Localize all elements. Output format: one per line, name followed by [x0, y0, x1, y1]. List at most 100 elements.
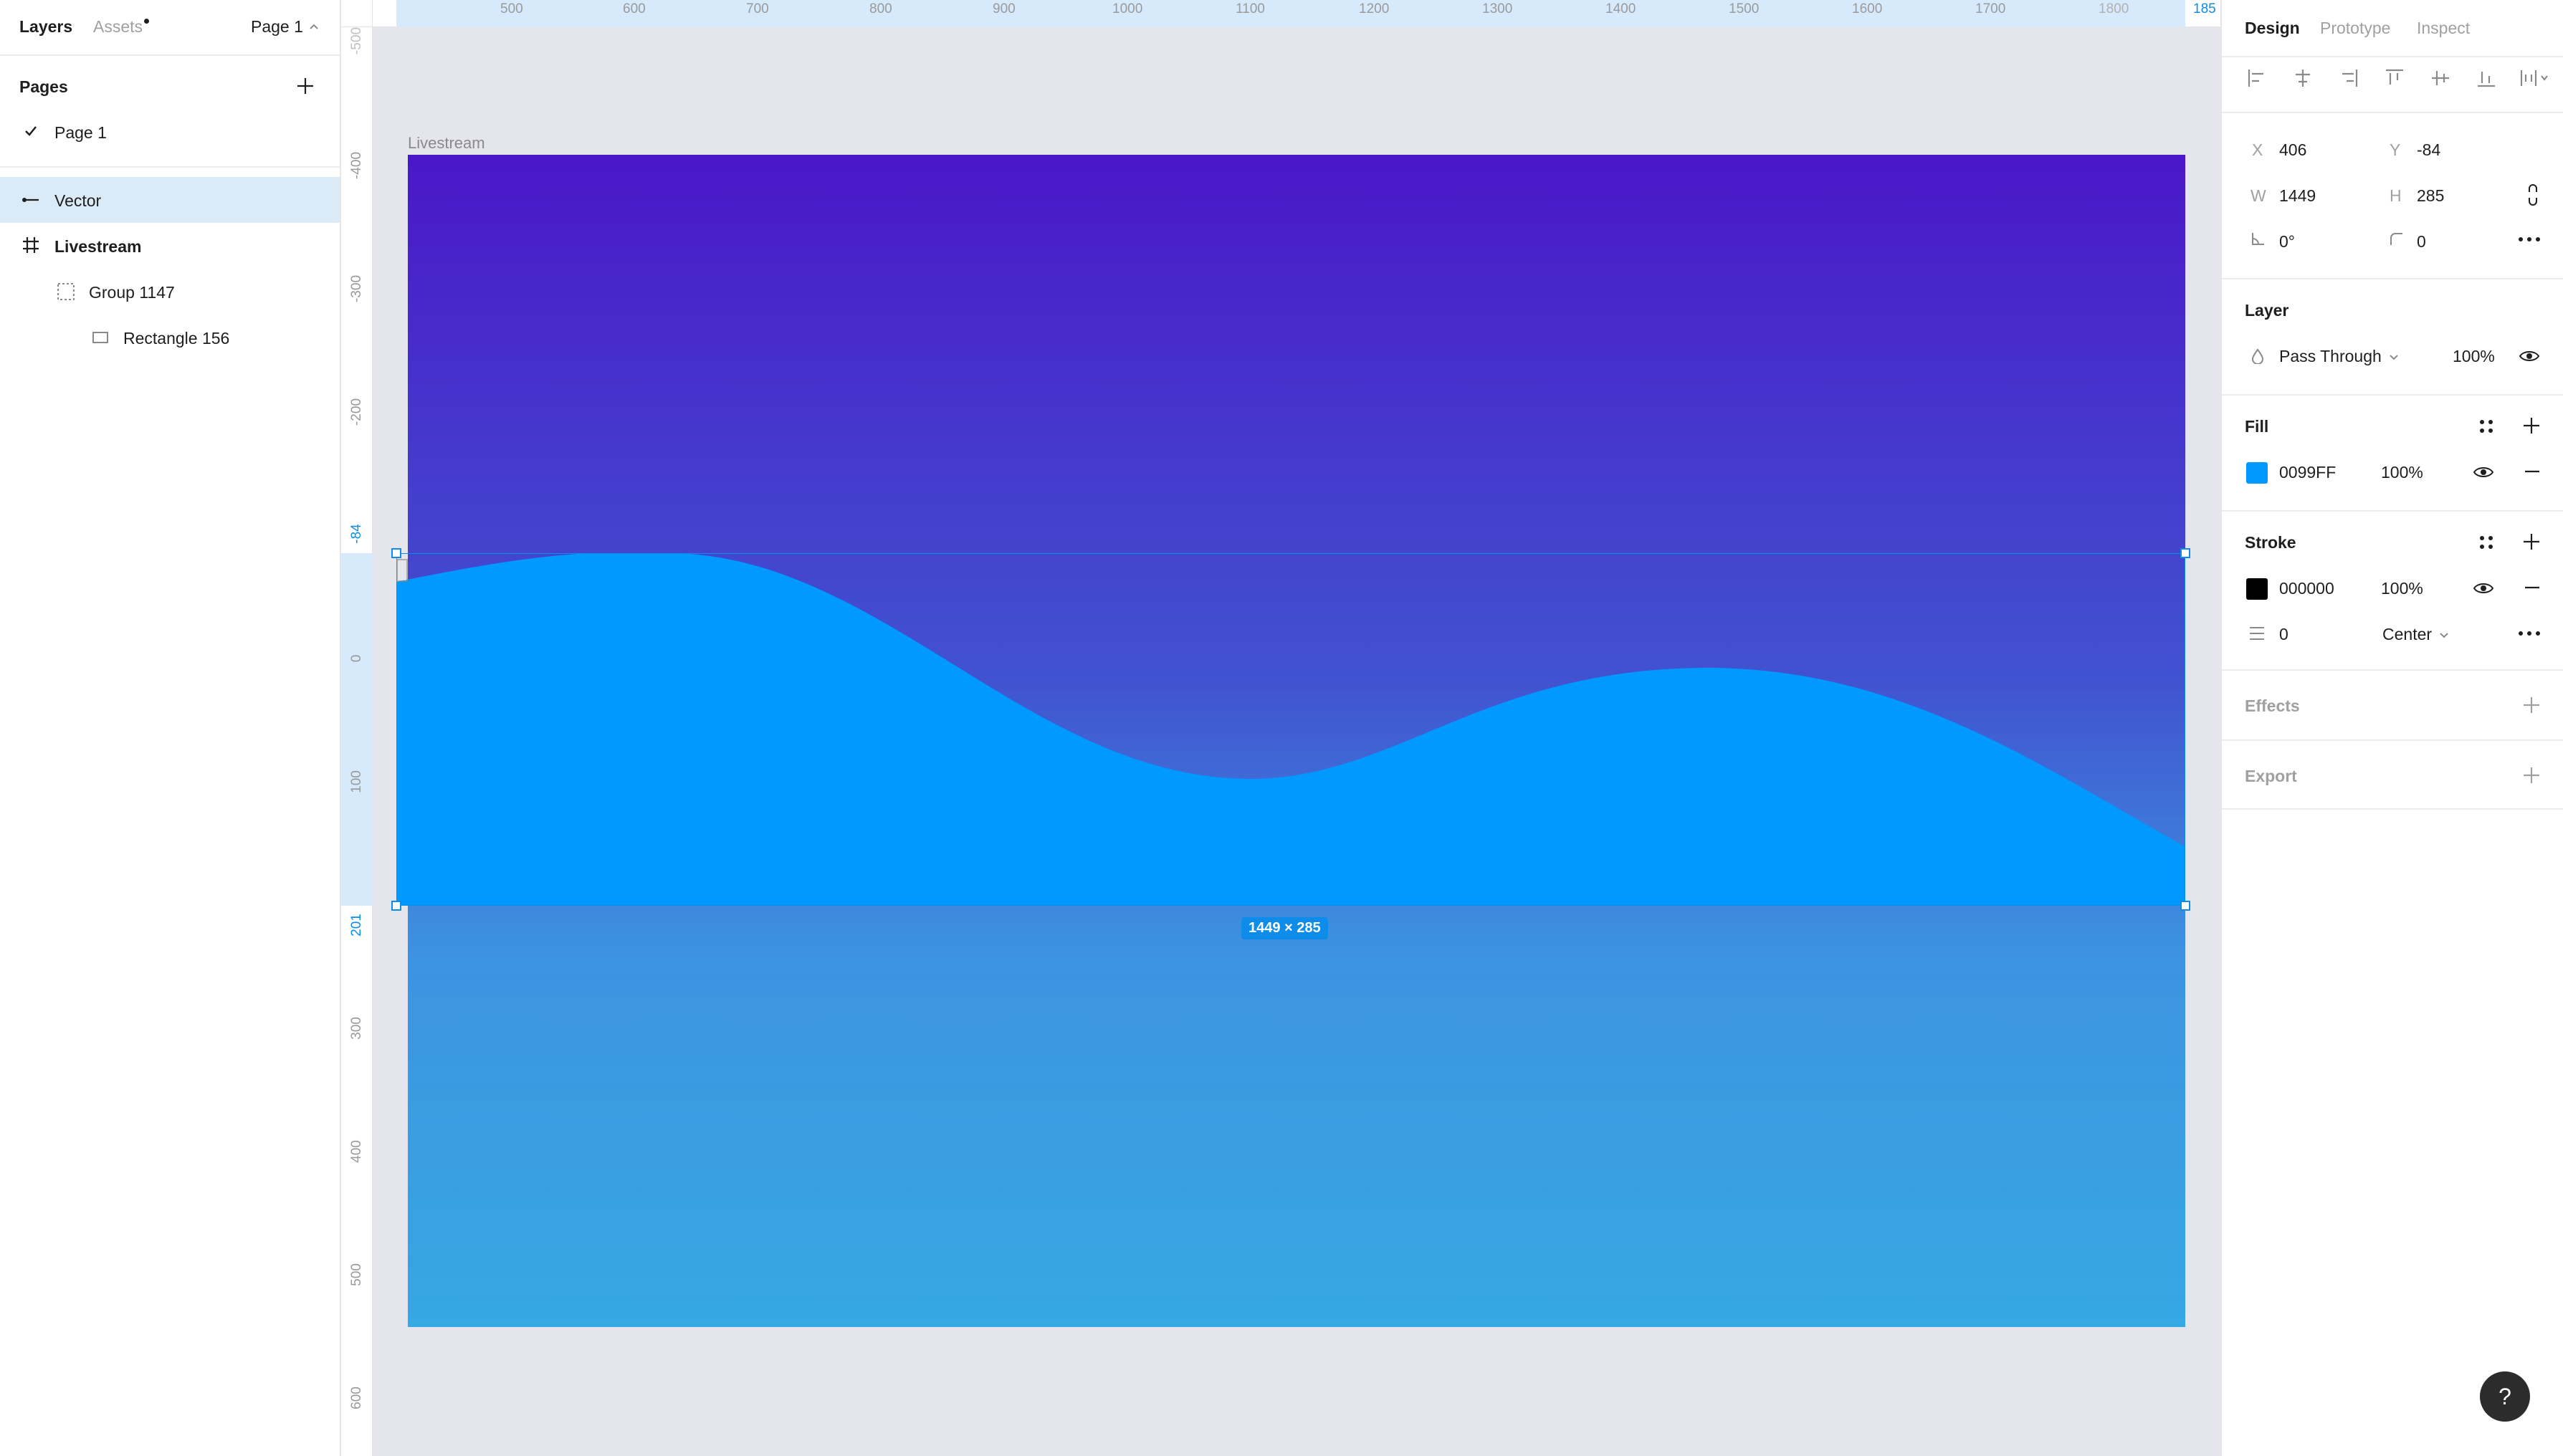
stroke-heading: Stroke [2245, 533, 2296, 552]
ruler-tick: 1400 [1605, 1, 1636, 16]
align-horizontal-center-icon[interactable] [2292, 67, 2314, 89]
blend-mode-drop-icon [2251, 348, 2264, 364]
resize-handle-bottom-right[interactable] [2180, 901, 2190, 911]
ruler-tick-selection-edge: 185 [2193, 1, 2216, 16]
corner-radius-icon [2390, 233, 2402, 245]
ruler-tick: 500 [349, 1263, 364, 1286]
page-switcher[interactable]: Page 1 [251, 17, 319, 37]
add-fill-icon[interactable] [2521, 416, 2541, 436]
layer-opacity-input[interactable]: 100% [2453, 347, 2495, 366]
frame-hash-icon [23, 237, 39, 253]
remove-stroke-icon[interactable] [2523, 580, 2541, 595]
rectangle-icon [92, 332, 108, 343]
ruler-tick: 1300 [1482, 1, 1513, 16]
add-page-icon[interactable] [295, 76, 315, 96]
vector-line-icon [22, 198, 39, 202]
eye-icon[interactable] [2473, 463, 2494, 482]
w-label: W [2251, 186, 2266, 205]
ruler-vertical[interactable]: -500 -400 -300 -200 -84 0 100 201 300 40… [341, 0, 373, 1456]
align-left-icon[interactable] [2246, 67, 2268, 89]
stroke-weight-input[interactable]: 0 [2279, 625, 2288, 644]
check-icon [25, 126, 37, 136]
layer-row-vector[interactable]: Vector [0, 177, 340, 223]
ruler-tick: 400 [349, 1140, 364, 1163]
ruler-tick: 1500 [1729, 1, 1760, 16]
more-options-icon[interactable] [2517, 626, 2541, 641]
add-stroke-icon[interactable] [2521, 532, 2541, 552]
wave-vector[interactable] [396, 553, 2185, 906]
radius-input[interactable]: 0 [2417, 232, 2426, 252]
ruler-tick: 300 [349, 1017, 364, 1040]
resize-handle-top-left[interactable] [391, 548, 401, 558]
fill-opacity-input[interactable]: 100% [2381, 463, 2423, 482]
blend-mode-select[interactable]: Pass Through [2279, 347, 2399, 366]
ruler-tick: 600 [349, 1386, 364, 1409]
ruler-tick: -300 [349, 274, 364, 303]
h-input[interactable]: 285 [2417, 186, 2444, 206]
distribute-icon[interactable] [2519, 67, 2552, 89]
stroke-align-value: Center [2382, 625, 2433, 643]
stroke-hex-input[interactable]: 000000 [2279, 579, 2334, 598]
divider [2222, 56, 2563, 57]
stroke-opacity-input[interactable]: 100% [2381, 579, 2423, 598]
align-top-icon[interactable] [2384, 67, 2405, 89]
tab-layers[interactable]: Layers [19, 17, 72, 37]
align-vertical-center-icon[interactable] [2430, 67, 2451, 89]
pages-heading: Pages [19, 77, 68, 96]
ruler-tick: 1200 [1359, 1, 1390, 16]
help-button[interactable]: ? [2480, 1371, 2530, 1422]
stroke-align-select[interactable]: Center [2382, 625, 2449, 644]
tab-design[interactable]: Design [2245, 19, 2300, 38]
align-bottom-icon[interactable] [2476, 67, 2497, 89]
ruler-tick: -400 [349, 151, 364, 180]
ruler-tick: 500 [500, 1, 523, 16]
w-input[interactable]: 1449 [2279, 186, 2316, 206]
layer-name: Rectangle 156 [123, 329, 230, 348]
ruler-tick: 1000 [1112, 1, 1143, 16]
fill-color-swatch[interactable] [2246, 462, 2268, 484]
divider [2222, 278, 2563, 279]
add-export-icon[interactable] [2521, 765, 2541, 785]
fill-hex-input[interactable]: 0099FF [2279, 463, 2336, 482]
properties-panel: Design Prototype Inspect X 406 Y -84 W 1… [2220, 0, 2563, 1456]
layer-row-livestream[interactable]: Livestream [0, 223, 340, 269]
x-label: X [2252, 140, 2263, 159]
style-grid-icon[interactable] [2477, 417, 2496, 436]
ruler-tick: 800 [869, 1, 892, 16]
page-item[interactable]: Page 1 [0, 109, 340, 155]
x-input[interactable]: 406 [2279, 140, 2306, 160]
chevron-down-icon [2440, 632, 2448, 638]
assets-dot-indicator [144, 19, 149, 24]
divider [2222, 510, 2563, 512]
add-effect-icon[interactable] [2521, 695, 2541, 715]
tab-inspect[interactable]: Inspect [2417, 19, 2470, 38]
resize-handle-bottom-left[interactable] [391, 901, 401, 911]
page-switcher-label: Page 1 [251, 17, 303, 36]
style-grid-icon[interactable] [2477, 533, 2496, 552]
ruler-tick: 0 [349, 654, 364, 663]
divider [2222, 394, 2563, 396]
ruler-horizontal[interactable]: 500 600 700 800 900 1000 1100 1200 1300 … [341, 0, 2220, 27]
more-options-icon[interactable] [2517, 232, 2541, 246]
eye-icon[interactable] [2519, 347, 2540, 365]
layer-row-group[interactable]: Group 1147 [0, 269, 340, 315]
ruler-tick: 1100 [1236, 1, 1265, 16]
eye-icon[interactable] [2473, 579, 2494, 598]
remove-fill-icon[interactable] [2523, 464, 2541, 479]
ruler-tick: 1600 [1852, 1, 1883, 16]
rotation-input[interactable]: 0° [2279, 232, 2295, 252]
group-dashed-icon [57, 283, 75, 300]
layer-row-rectangle[interactable]: Rectangle 156 [0, 315, 340, 360]
canvas[interactable]: Livestream 1449 × 285 500 600 700 800 90… [341, 0, 2220, 1456]
tab-assets[interactable]: Assets [93, 17, 143, 37]
ruler-tick: 100 [349, 770, 364, 793]
vertex-handle[interactable] [396, 559, 408, 582]
align-right-icon[interactable] [2338, 67, 2359, 89]
stroke-color-swatch[interactable] [2246, 578, 2268, 600]
resize-handle-top-right[interactable] [2180, 548, 2190, 558]
constrain-proportions-icon[interactable] [2526, 183, 2540, 206]
tab-prototype[interactable]: Prototype [2320, 19, 2390, 38]
divider [0, 166, 340, 168]
frame-label[interactable]: Livestream [408, 134, 485, 153]
y-input[interactable]: -84 [2417, 140, 2440, 160]
